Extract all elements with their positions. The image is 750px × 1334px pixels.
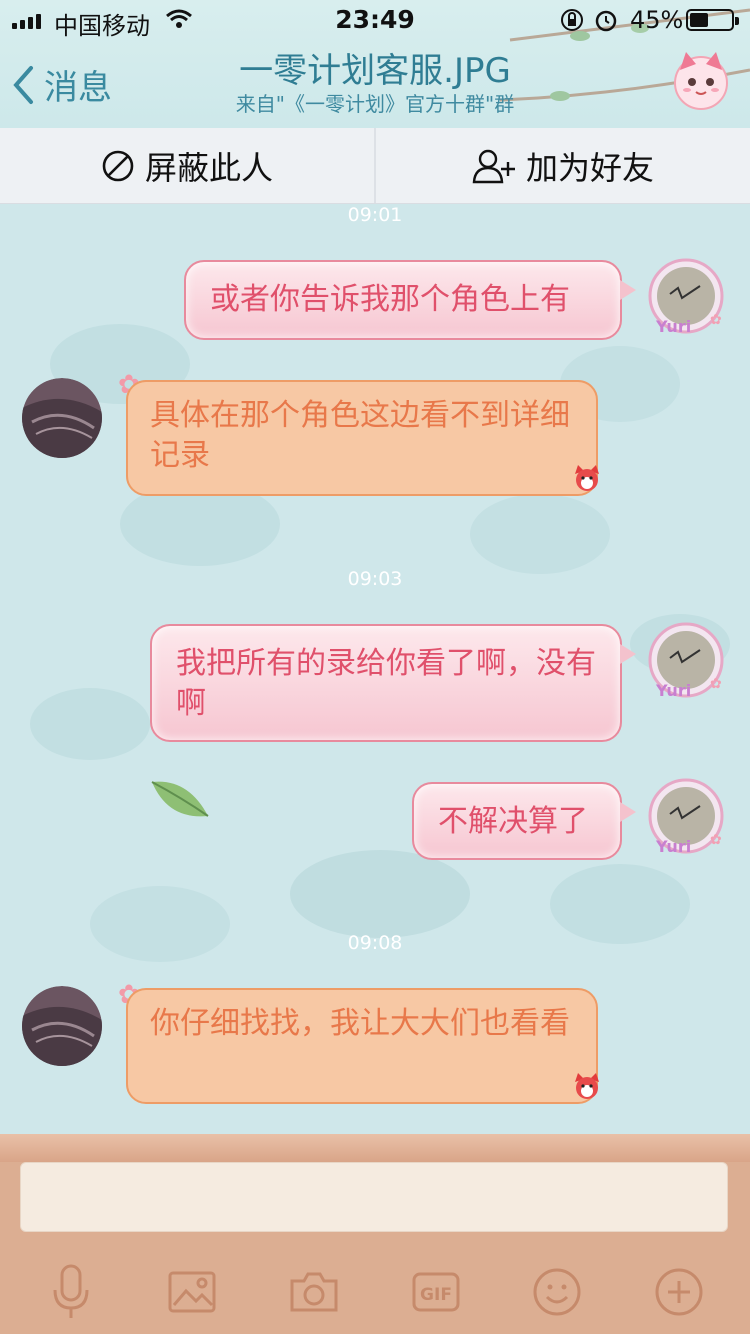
- message-bubble-outgoing[interactable]: 不解决算了: [412, 782, 636, 860]
- back-label: 消息: [44, 68, 112, 108]
- gif-button[interactable]: GIF: [404, 1260, 468, 1324]
- message-text: 具体在那个角色这边看不到详细记录: [150, 398, 570, 473]
- my-avatar[interactable]: Yuri ✿: [644, 776, 728, 860]
- add-friend-icon: [472, 149, 515, 183]
- camera-button[interactable]: [282, 1260, 346, 1324]
- microphone-icon: [53, 1264, 89, 1318]
- timestamp: 09:01: [347, 204, 403, 226]
- my-avatar[interactable]: Yuri ✿: [644, 256, 728, 340]
- block-user-button[interactable]: 屏蔽此人: [0, 128, 374, 203]
- add-friend-label: 加为好友: [525, 148, 654, 187]
- input-ledge: [0, 1134, 750, 1162]
- svg-text:✿: ✿: [710, 832, 722, 848]
- battery-percent: 45%: [630, 6, 684, 34]
- gif-label: GIF: [420, 1285, 452, 1305]
- battery-fill: [690, 13, 708, 27]
- gif-icon: GIF: [412, 1272, 460, 1312]
- sender-avatar[interactable]: [22, 986, 102, 1066]
- back-button[interactable]: 消息: [12, 60, 112, 109]
- page-subtitle: 来自"《一零计划》官方十群"群: [235, 92, 515, 116]
- message-input[interactable]: [20, 1162, 728, 1232]
- action-bar: 屏蔽此人 加为好友: [0, 128, 750, 204]
- my-avatar[interactable]: Yuri ✿: [644, 620, 728, 704]
- svg-text:Yuri: Yuri: [655, 317, 691, 336]
- alarm-icon: [595, 10, 617, 32]
- fox-badge-icon: [575, 1073, 599, 1099]
- svg-text:✿: ✿: [710, 676, 722, 692]
- message-bubble-incoming[interactable]: 具体在那个角色这边看不到详细记录: [126, 380, 598, 496]
- message-text: 我把所有的录给你看了啊，没有啊: [176, 646, 596, 721]
- message-text: 不解决算了: [438, 804, 588, 839]
- message-bubble-outgoing[interactable]: 或者你告诉我那个角色上有: [184, 260, 636, 340]
- svg-text:Yuri: Yuri: [655, 837, 691, 856]
- svg-text:Yuri: Yuri: [655, 681, 691, 700]
- message-text: 或者你告诉我那个角色上有: [210, 282, 570, 317]
- emoji-button[interactable]: [525, 1260, 589, 1324]
- rotation-lock-icon: [561, 9, 583, 31]
- message-bubble-outgoing[interactable]: 我把所有的录给你看了啊，没有啊: [150, 624, 636, 742]
- timestamp: 09:08: [347, 932, 403, 954]
- input-toolbar: GIF: [0, 1252, 750, 1332]
- block-icon: [102, 150, 134, 181]
- fox-badge-icon: [575, 465, 599, 491]
- add-friend-button[interactable]: 加为好友: [376, 128, 750, 203]
- emoji-icon: [533, 1268, 581, 1316]
- battery-icon: [686, 9, 739, 31]
- block-user-label: 屏蔽此人: [144, 148, 273, 187]
- profile-avatar-button[interactable]: [670, 50, 732, 112]
- input-panel: GIF: [0, 1134, 750, 1334]
- voice-button[interactable]: [39, 1260, 103, 1324]
- image-icon: [168, 1271, 216, 1313]
- title-block: 一零计划客服.JPG 来自"《一零计划》官方十群"群: [150, 50, 600, 116]
- status-bar: 中国移动 23:49 45%: [0, 0, 750, 40]
- leaf-icon: [151, 781, 209, 817]
- chat-header: 中国移动 23:49 45% 消息 一零计划客服.JPG 来自"《一零计划》官方…: [0, 0, 750, 128]
- image-button[interactable]: [160, 1260, 224, 1324]
- chevron-left-icon: [13, 65, 33, 104]
- more-button[interactable]: [647, 1260, 711, 1324]
- message-text: 你仔细找找，我让大大们也看看: [150, 1006, 570, 1041]
- chat-area[interactable]: 09:01 或者你告诉我那个角色上有 Yuri ✿ ✿ 具体在那个角色这边看不到…: [0, 204, 750, 1134]
- sender-avatar[interactable]: [22, 378, 102, 458]
- message-bubble-incoming[interactable]: 你仔细找找，我让大大们也看看: [126, 988, 598, 1104]
- svg-text:✿: ✿: [710, 312, 722, 328]
- page-title: 一零计划客服.JPG: [239, 51, 511, 91]
- camera-icon: [290, 1272, 338, 1312]
- timestamp: 09:03: [347, 568, 403, 590]
- plus-icon: [655, 1268, 703, 1316]
